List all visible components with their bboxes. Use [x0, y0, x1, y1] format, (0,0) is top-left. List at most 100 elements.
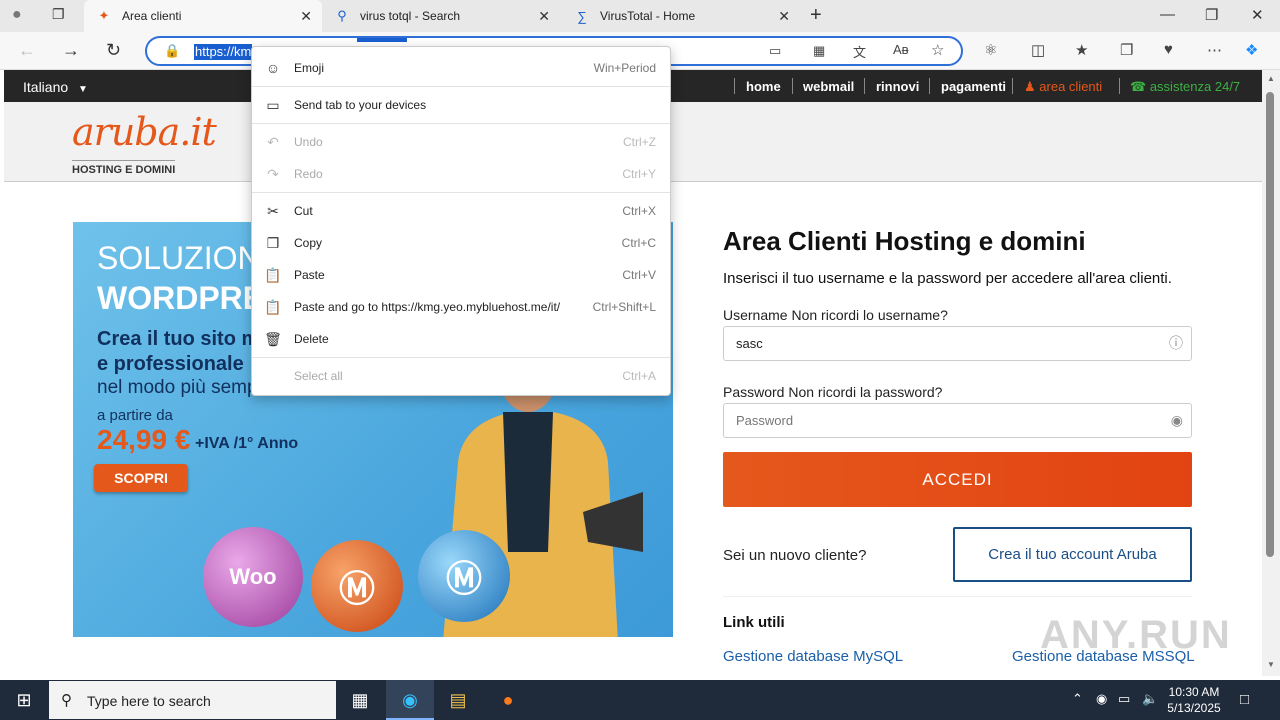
edge-app-icon[interactable]: ◉: [386, 680, 434, 720]
network-icon[interactable]: ▭: [1118, 691, 1130, 707]
password-field[interactable]: Password ◉: [723, 403, 1192, 438]
show-password-eye-icon[interactable]: ◉: [1171, 404, 1183, 437]
back-icon[interactable]: ←: [18, 40, 36, 61]
context-menu: ☺ Emoji Win+Period ▭ Send tab to your de…: [251, 46, 671, 396]
accedi-button[interactable]: ACCEDI: [723, 452, 1192, 507]
link-mysql[interactable]: Gestione database MySQL: [723, 648, 903, 665]
nav-area-clienti[interactable]: ♟ area clienti: [1024, 79, 1102, 95]
scroll-down-icon[interactable]: ▼: [1267, 660, 1275, 669]
menu-item-emoji[interactable]: ☺ Emoji Win+Period: [252, 52, 670, 84]
nav-home[interactable]: home: [746, 79, 781, 94]
close-tab-icon[interactable]: ✕: [300, 8, 312, 25]
menu-shortcut: Ctrl+Y: [622, 167, 656, 181]
lock-icon[interactable]: 🔒: [164, 43, 180, 59]
menu-label: Paste and go to https://kmg.yeo.myblueho…: [294, 300, 561, 314]
minimize-icon[interactable]: —: [1160, 6, 1175, 23]
language-select[interactable]: Italiano ▼: [23, 79, 88, 95]
menu-label: Emoji: [294, 61, 325, 75]
menu-separator: [252, 192, 670, 193]
more-menu-icon[interactable]: ⋯: [1207, 41, 1222, 59]
favorites-icon[interactable]: ★: [1075, 41, 1088, 59]
read-aloud-icon[interactable]: Aᴃ: [893, 42, 909, 57]
new-tab-icon[interactable]: +: [810, 4, 822, 27]
nav-divider: [929, 78, 930, 94]
refresh-icon[interactable]: ↻: [106, 40, 121, 61]
volume-icon[interactable]: 🔈: [1142, 691, 1158, 707]
url-selection-tail: [357, 38, 407, 42]
notifications-icon[interactable]: □: [1240, 691, 1249, 708]
copilot-icon[interactable]: ❖: [1245, 41, 1258, 59]
banner-title-1: SOLUZIONI: [97, 240, 270, 276]
language-label: Italiano: [23, 79, 69, 95]
scroll-up-icon[interactable]: ▲: [1267, 74, 1275, 83]
menu-shortcut: Ctrl+Shift+L: [592, 300, 656, 314]
nav-rinnovi[interactable]: rinnovi: [876, 79, 919, 94]
wordpress-blue-ball-icon: Ⓜ: [418, 530, 510, 622]
performance-icon[interactable]: ♥: [1164, 41, 1173, 58]
search-icon: ⚲: [337, 8, 347, 23]
clock[interactable]: 10:30 AM 5/13/2025: [1162, 684, 1226, 716]
cast-icon[interactable]: ▭: [769, 43, 781, 59]
username-field[interactable]: sasc ⓘ: [723, 326, 1192, 361]
task-view-icon[interactable]: ▦: [336, 680, 384, 720]
clock-time: 10:30 AM: [1168, 685, 1220, 699]
nav-divider: [792, 78, 793, 94]
aruba-logo[interactable]: aruba.it: [72, 110, 217, 154]
close-tab-icon[interactable]: ✕: [538, 8, 550, 25]
nav-assistenza[interactable]: ☎ assistenza 24/7: [1130, 79, 1240, 95]
scopri-button[interactable]: SCOPRI: [94, 464, 188, 492]
windows-start-icon[interactable]: ⊞: [0, 680, 48, 720]
password-placeholder: Password: [736, 413, 794, 428]
menu-item-copy[interactable]: ❐ Copy Ctrl+C: [252, 227, 670, 259]
forward-icon[interactable]: →: [62, 40, 80, 61]
restore-icon[interactable]: ❐: [1205, 6, 1218, 24]
url-selected-text: https://km: [194, 44, 253, 60]
tab-virustotal[interactable]: ∑ VirusTotal - Home ✕: [562, 0, 800, 32]
translate-icon[interactable]: 文: [853, 42, 866, 61]
favorite-star-icon[interactable]: ☆: [931, 41, 944, 59]
profile-avatar-icon[interactable]: ●: [12, 6, 22, 24]
copy-icon: ❐: [266, 235, 280, 251]
menu-label: Select all: [294, 369, 343, 383]
extensions-icon[interactable]: ⚛: [984, 41, 997, 59]
menu-item-select-all: Select all Ctrl+A: [252, 360, 670, 392]
menu-item-send-tab[interactable]: ▭ Send tab to your devices: [252, 89, 670, 121]
form-subtitle: Inserisci il tuo username e la password …: [723, 270, 1172, 287]
menu-label: Send tab to your devices: [294, 98, 427, 112]
menu-label: Undo: [294, 135, 323, 149]
taskbar: ⊞ ⚲ Type here to search ▦ ◉ ▤ ● ⌃ ◉ ▭ 🔈 …: [0, 680, 1280, 720]
nav-webmail[interactable]: webmail: [803, 79, 854, 94]
split-screen-icon[interactable]: ◫: [1031, 41, 1045, 59]
tab-actions-icon[interactable]: ❐: [52, 6, 65, 23]
menu-shortcut: Ctrl+X: [622, 204, 656, 218]
close-tab-icon[interactable]: ✕: [778, 8, 790, 25]
menu-item-delete[interactable]: 🗑 Delete: [252, 323, 670, 355]
menu-separator: [252, 123, 670, 124]
close-window-icon[interactable]: ✕: [1251, 6, 1264, 24]
password-label[interactable]: Password Non ricordi la password?: [723, 384, 942, 400]
banner-line-2: e professionale: [97, 353, 244, 375]
nav-divider: [1119, 78, 1120, 94]
firefox-icon[interactable]: ●: [484, 680, 532, 720]
search-icon: ⚲: [61, 692, 72, 709]
username-label[interactable]: Username Non ricordi lo username?: [723, 307, 948, 323]
scroll-thumb[interactable]: [1266, 92, 1274, 557]
file-explorer-icon[interactable]: ▤: [434, 680, 482, 720]
apps-icon[interactable]: ▦: [813, 43, 825, 59]
collections-icon[interactable]: ❐: [1120, 41, 1133, 59]
nav-pagamenti[interactable]: pagamenti: [941, 79, 1006, 94]
anyrun-watermark: ANY.RUN: [1040, 613, 1232, 657]
new-client-text: Sei un nuovo cliente?: [723, 547, 867, 564]
tray-chevron-up-icon[interactable]: ⌃: [1072, 691, 1083, 707]
menu-item-paste[interactable]: 📋 Paste Ctrl+V: [252, 259, 670, 291]
taskbar-search[interactable]: ⚲ Type here to search: [49, 681, 336, 719]
page-scrollbar[interactable]: ▲ ▼: [1262, 70, 1280, 676]
banner-line-3: nel modo più semp: [97, 377, 258, 398]
menu-item-cut[interactable]: ✂ Cut Ctrl+X: [252, 195, 670, 227]
tray-app-icon[interactable]: ◉: [1096, 691, 1107, 707]
create-account-button[interactable]: Crea il tuo account Aruba: [953, 527, 1192, 582]
tab-area-clienti[interactable]: ✦ Area clienti ✕: [84, 0, 322, 32]
menu-item-paste-and-go[interactable]: 📋 Paste and go to https://kmg.yeo.myblue…: [252, 291, 670, 323]
menu-shortcut: Ctrl+C: [621, 236, 656, 250]
tab-virus-search[interactable]: ⚲ virus totql - Search ✕: [322, 0, 560, 32]
